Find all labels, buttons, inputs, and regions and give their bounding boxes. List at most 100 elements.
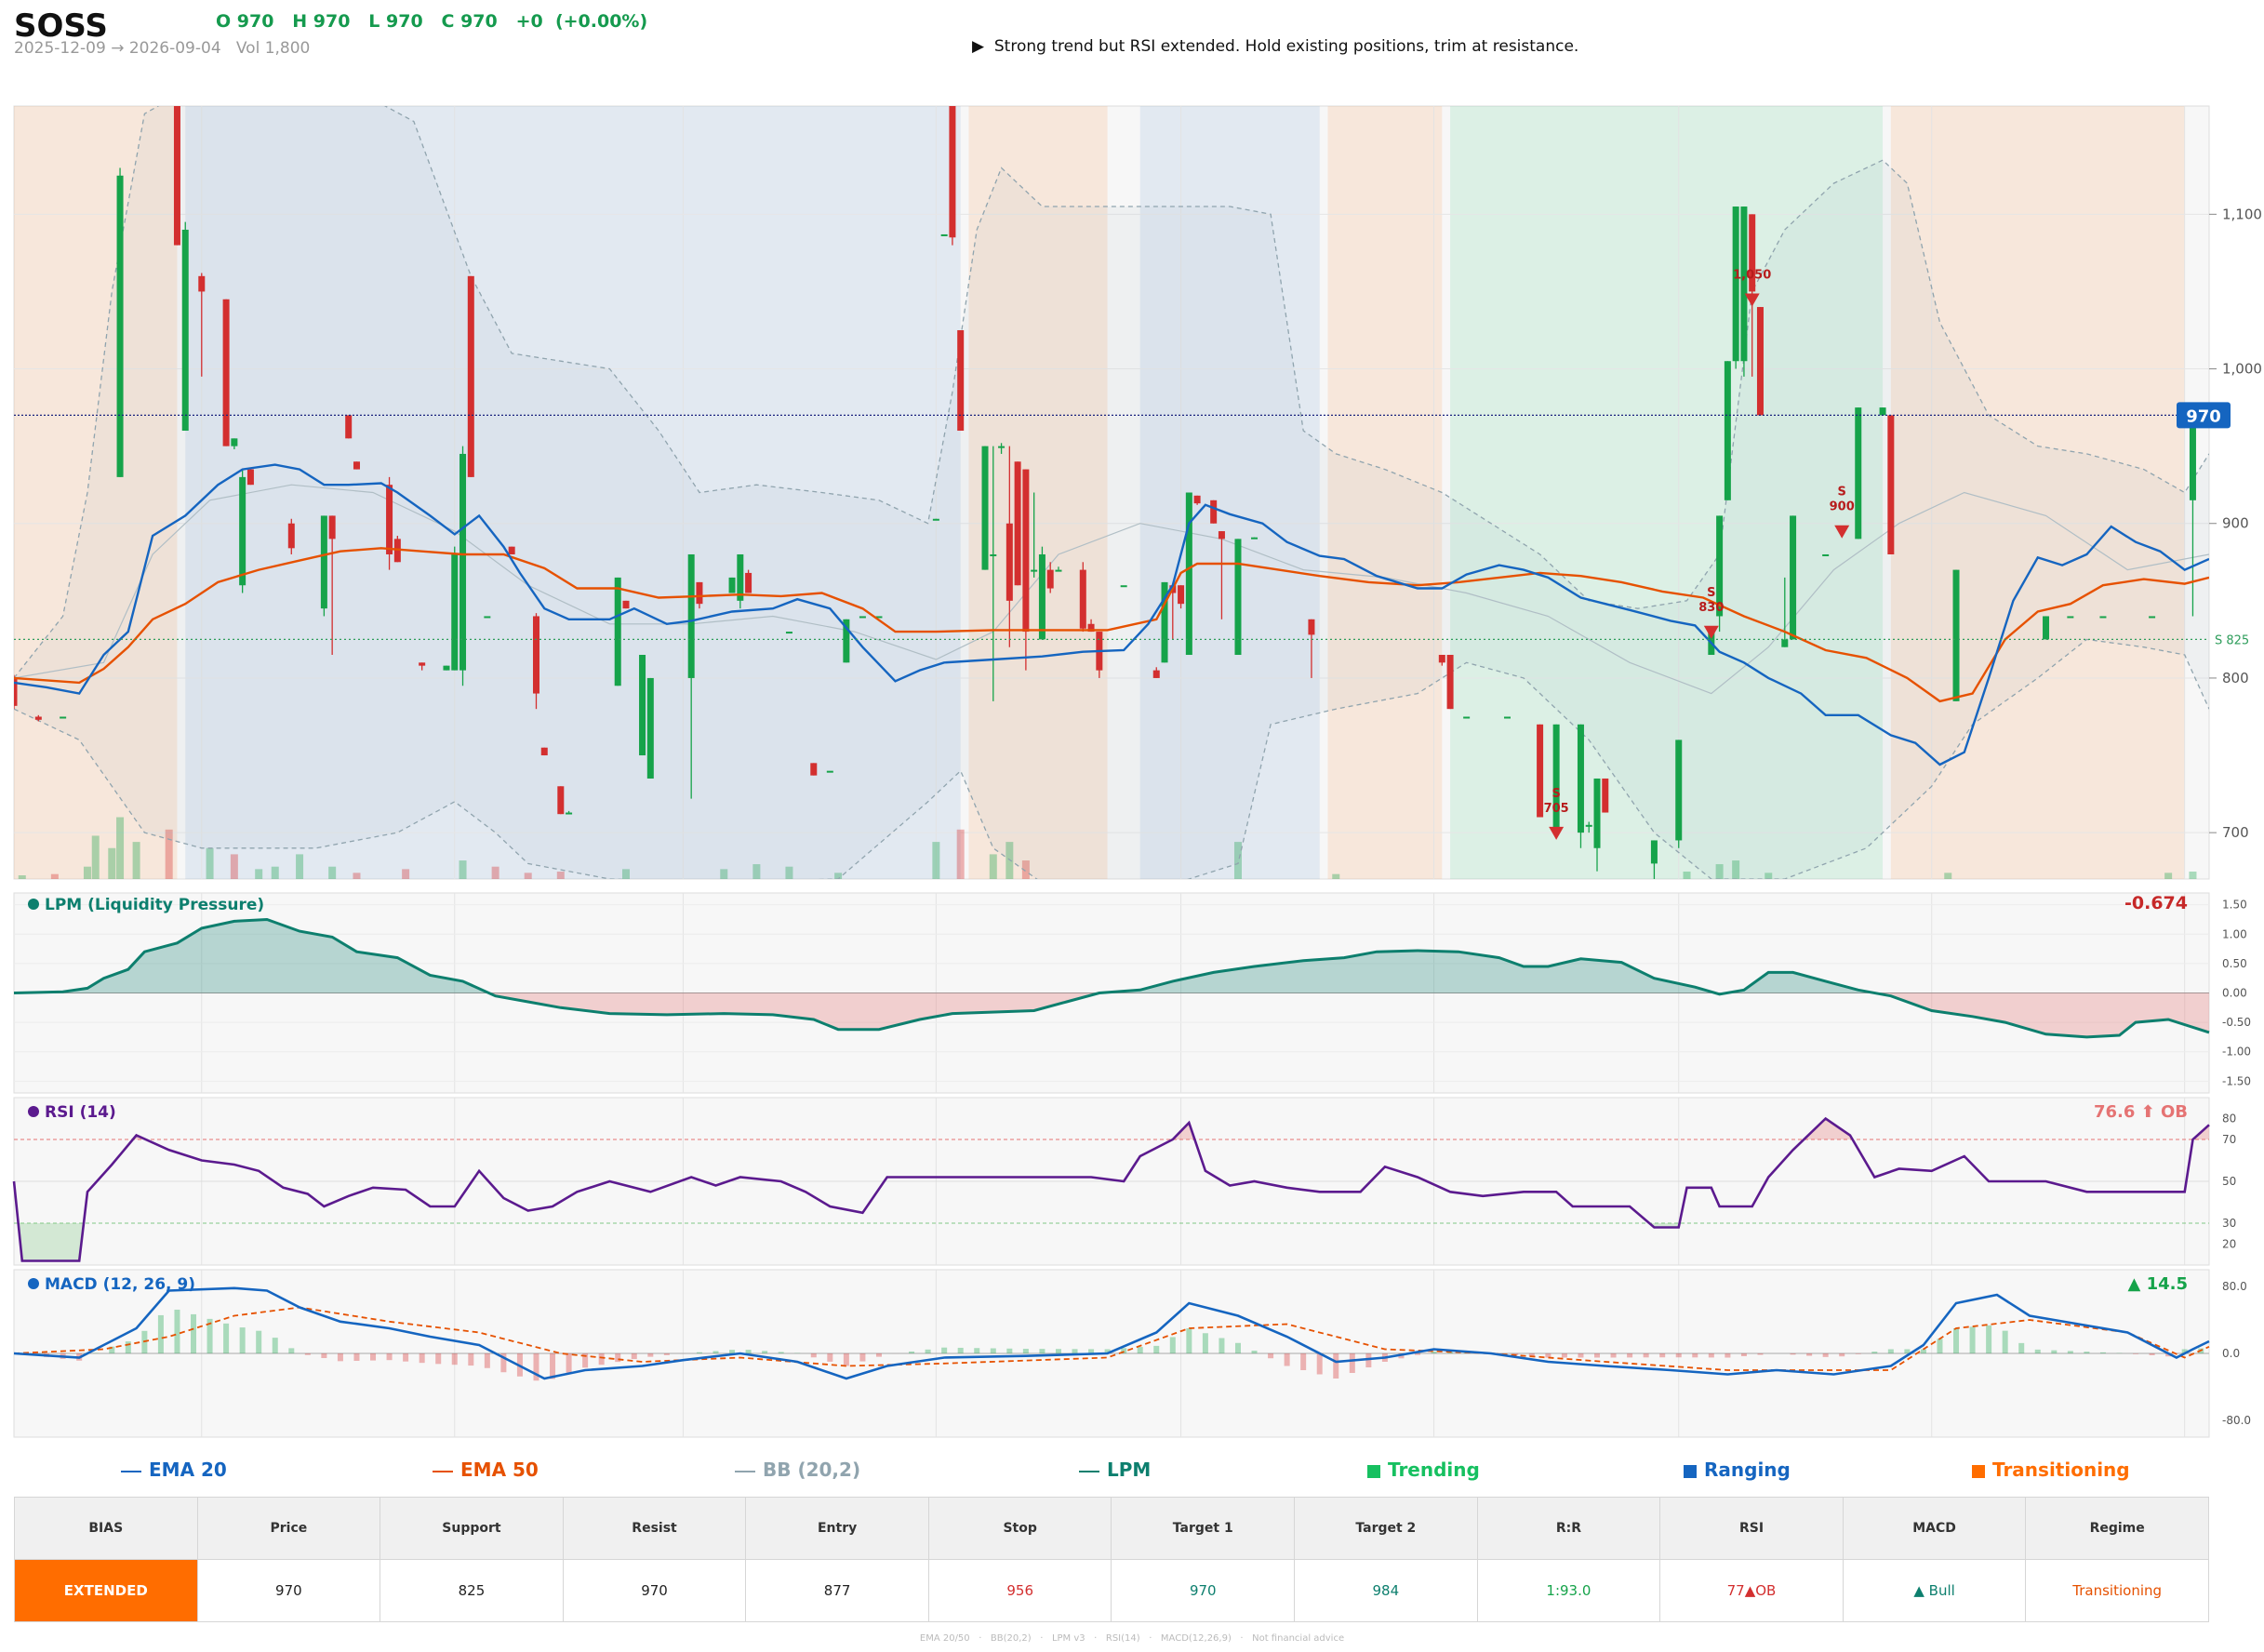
macd-hist-bar: [1643, 1353, 1649, 1358]
legend-item: Transitioning: [1972, 1459, 2130, 1481]
candle-body: [181, 229, 189, 432]
candle-body: [1887, 415, 1895, 554]
rsi-title-dot: [28, 1106, 39, 1117]
candle-body: [345, 415, 353, 439]
candle-body: [1740, 206, 1748, 362]
macd-hist-bar: [2018, 1342, 2025, 1353]
rsi-tick-label: 70: [2222, 1133, 2236, 1146]
macd-hist-bar: [1887, 1349, 1894, 1353]
candle-body: [1152, 670, 1160, 678]
macd-hist-bar: [663, 1353, 670, 1355]
candle-body: [540, 747, 548, 756]
macd-hist-bar: [1153, 1345, 1160, 1353]
legend-item: BB (20,2): [735, 1459, 860, 1481]
volume-bar: [296, 854, 304, 879]
macd-hist-bar: [1937, 1339, 1943, 1353]
macd-hist-bar: [1234, 1342, 1241, 1353]
macd-hist-bar: [157, 1314, 164, 1353]
macd-hist-bar: [696, 1352, 702, 1353]
volume-bar: [459, 860, 467, 879]
chart-canvas[interactable]: Jan '26Feb '26Mar '26Apr '26May '26Jun '…: [0, 0, 2264, 1451]
volume-bar: [353, 873, 361, 879]
summary-value-cell: 1:93.0: [1476, 1559, 1661, 1622]
signal-label: 900: [1830, 500, 1855, 514]
summary-value-cell: 984: [1294, 1559, 1478, 1622]
macd-hist-bar: [239, 1327, 246, 1353]
candle-body: [785, 632, 792, 634]
macd-hist-bar: [1055, 1349, 1061, 1353]
lpm-title-dot: [28, 899, 39, 910]
candle-body: [34, 716, 42, 720]
candle-body: [532, 616, 539, 694]
candle-body: [1585, 824, 1592, 827]
candle-body: [1446, 655, 1454, 710]
macd-hist-bar: [1790, 1353, 1796, 1355]
summary-value-cell: 877: [745, 1559, 929, 1622]
candle-body: [173, 106, 180, 246]
volume-bar: [108, 847, 116, 879]
macd-hist-bar: [1986, 1325, 1992, 1353]
macd-hist-bar: [353, 1353, 360, 1361]
macd-hist-bar: [712, 1351, 719, 1353]
volume-bar: [271, 866, 279, 879]
legend-swatch: [1684, 1464, 1697, 1478]
candle-body: [1178, 585, 1185, 605]
candle-body: [1675, 739, 1683, 841]
candle-body: [1952, 569, 1960, 701]
macd-hist-bar: [1969, 1326, 1976, 1353]
macd-hist-bar: [631, 1353, 637, 1360]
rsi-last-value: 76.6 ⬆ OB: [2094, 1102, 2188, 1122]
candle-body: [1577, 724, 1584, 833]
volume-bar: [328, 866, 337, 879]
summary-header-cell: Target 1: [1111, 1497, 1296, 1560]
macd-hist-bar: [745, 1350, 752, 1353]
legend-swatch: [735, 1470, 755, 1472]
macd-hist-bar: [2099, 1352, 2106, 1353]
macd-hist-bar: [1675, 1353, 1682, 1358]
candle-body: [566, 812, 573, 815]
summary-value-cell: 970: [196, 1559, 381, 1622]
macd-hist-bar: [1740, 1353, 1747, 1356]
summary-header-cell: R:R: [1476, 1497, 1661, 1560]
legend-label: Ranging: [1704, 1459, 1791, 1481]
macd-hist-bar: [2133, 1353, 2139, 1354]
macd-hist-bar: [598, 1353, 605, 1366]
candle-body: [1593, 778, 1601, 848]
volume-bar: [91, 835, 100, 879]
candle-body: [1855, 407, 1862, 540]
legend-swatch: [121, 1470, 141, 1472]
volume-bar: [2189, 872, 2197, 879]
macd-hist-bar: [1839, 1353, 1845, 1357]
macd-hist-bar: [1855, 1353, 1861, 1354]
candle-body: [745, 572, 752, 593]
macd-hist-bar: [2002, 1330, 2008, 1353]
macd-hist-bar: [370, 1353, 377, 1361]
candle-body: [1822, 553, 1830, 556]
macd-hist-bar: [451, 1353, 458, 1366]
macd-hist-bar: [1186, 1328, 1192, 1353]
candle-body: [981, 446, 989, 570]
candle-body: [1031, 569, 1038, 572]
lpm-tick-label: 0.00: [2222, 987, 2247, 1000]
volume-bar: [50, 873, 59, 879]
candle-body: [467, 275, 474, 477]
macd-hist-bar: [990, 1348, 996, 1353]
macd-hist-bar: [1692, 1353, 1698, 1358]
volume-bar: [491, 866, 499, 879]
candle-body: [1234, 539, 1242, 656]
summary-value-cell: Transitioning: [2025, 1559, 2209, 1622]
macd-hist-bar: [550, 1353, 556, 1379]
candle-body: [1014, 461, 1021, 586]
y-tick-label: 900: [2222, 515, 2249, 532]
candle-body: [1537, 724, 1544, 818]
chart-legend: EMA 20 EMA 50 BB (20,2) LPM Trending Ranging T…: [0, 1451, 2264, 1488]
macd-hist-bar: [1904, 1349, 1911, 1353]
macd-hist-bar: [859, 1353, 866, 1362]
macd-hist-bar: [2067, 1351, 2073, 1353]
macd-hist-bar: [1072, 1349, 1078, 1353]
lpm-title: LPM (Liquidity Pressure): [45, 896, 264, 914]
macd-hist-bar: [1806, 1353, 1813, 1356]
volume-bar: [1944, 873, 1952, 879]
macd-hist-bar: [941, 1347, 948, 1353]
legend-item: LPM: [1079, 1459, 1151, 1481]
